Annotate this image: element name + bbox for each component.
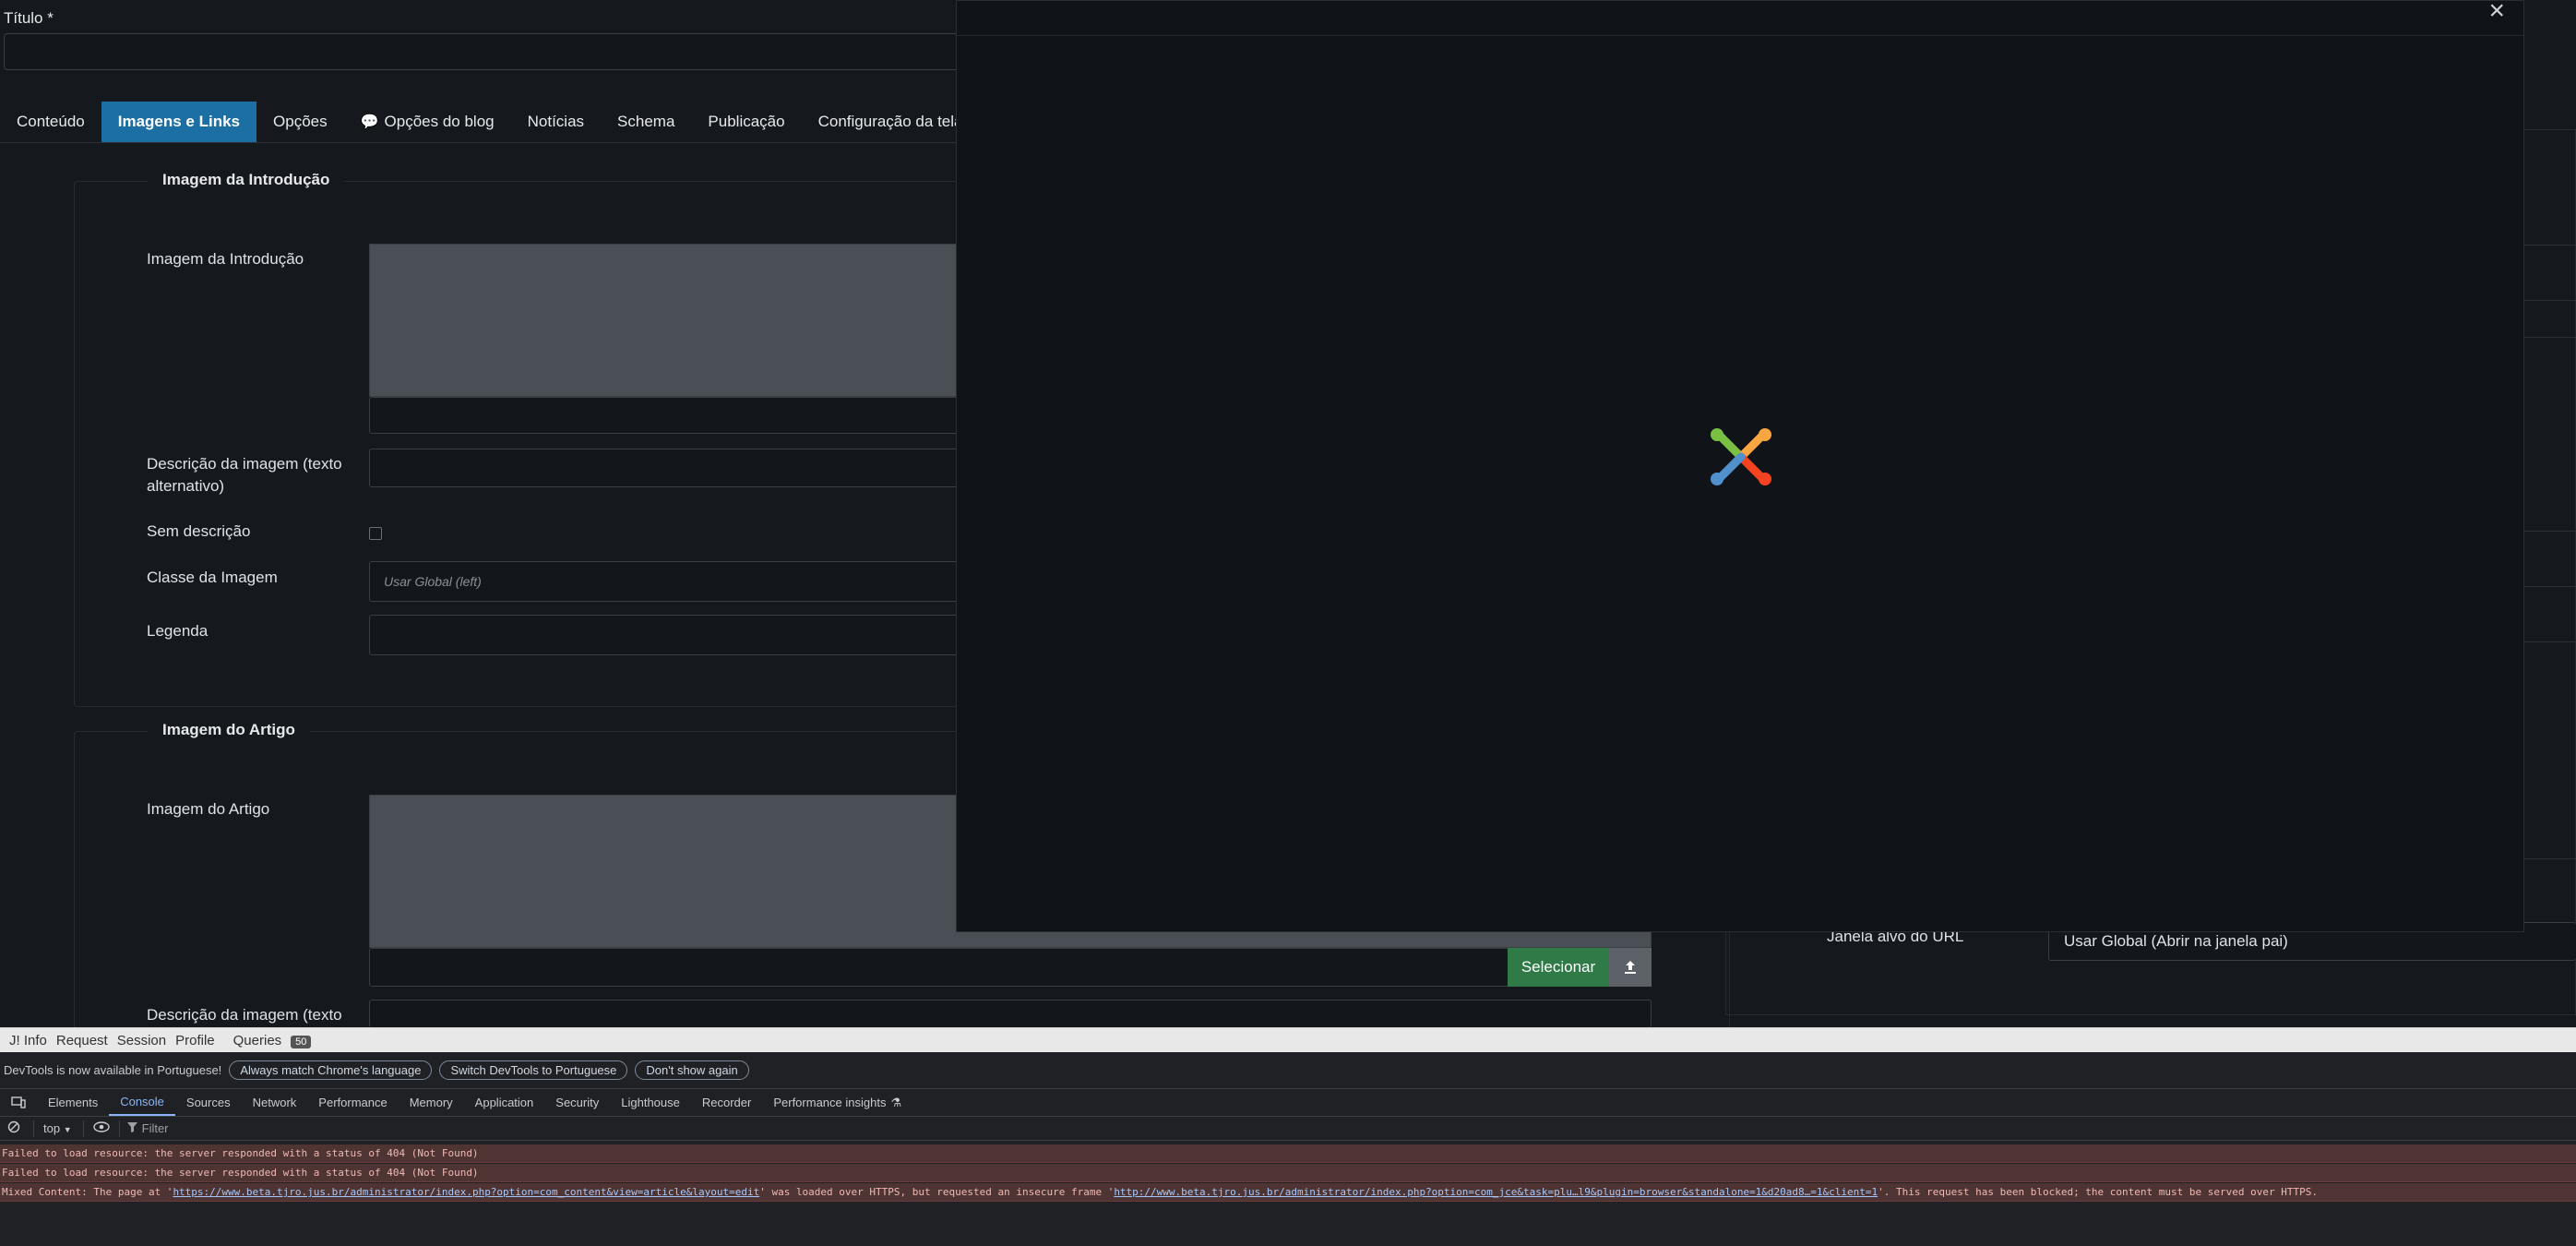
article-image-label: Imagem do Artigo [147, 800, 270, 818]
devtools-tab-sources[interactable]: Sources [175, 1089, 242, 1116]
devtools-tab-network[interactable]: Network [242, 1089, 308, 1116]
switch-language-button[interactable]: Switch DevTools to Portuguese [439, 1060, 628, 1080]
tab-publishing[interactable]: Publicação [691, 102, 801, 142]
devtools-tab-bar: Elements Console Sources Network Perform… [0, 1089, 2576, 1117]
devtools-tab-memory[interactable]: Memory [399, 1089, 464, 1116]
experiment-flask-icon: ⚗ [890, 1095, 902, 1109]
devtools-tab-lighthouse[interactable]: Lighthouse [610, 1089, 691, 1116]
select-image-button[interactable]: Selecionar [1508, 948, 1609, 987]
dont-show-again-button[interactable]: Don't show again [635, 1060, 749, 1080]
target-window-value: Usar Global (Abrir na janela pai) [2064, 932, 2288, 950]
title-label: Título * [4, 9, 54, 27]
debug-queries[interactable]: Queries 50 [224, 1033, 312, 1048]
device-toolbar-icon[interactable] [0, 1089, 37, 1116]
filter-icon [126, 1121, 137, 1135]
live-expression-eye-icon[interactable] [92, 1121, 110, 1135]
toolbar-divider [118, 1120, 120, 1137]
tab-blog-options-label: Opções do blog [384, 113, 495, 130]
close-icon[interactable]: × [2488, 0, 2505, 25]
match-language-button[interactable]: Always match Chrome's language [229, 1060, 433, 1080]
dropdown-arrow-icon: ▼ [63, 1125, 72, 1134]
debug-session[interactable]: Session [117, 1033, 166, 1048]
modal-header [957, 1, 2523, 36]
debug-request[interactable]: Request [56, 1033, 108, 1048]
mixed-middle: ' was loaded over HTTPS, but requested a… [759, 1186, 1115, 1198]
page-url-link[interactable]: https://www.beta.tjro.jus.br/administrat… [173, 1186, 759, 1198]
tab-images-links[interactable]: Imagens e Links [101, 102, 257, 142]
console-error-line: Failed to load resource: the server resp… [0, 1144, 2576, 1163]
context-selector[interactable]: top ▼ [43, 1121, 72, 1135]
tab-news[interactable]: Notícias [511, 102, 601, 142]
debug-info[interactable]: J! Info [9, 1033, 47, 1048]
queries-count-badge: 50 [291, 1036, 312, 1048]
intro-alt-label: Descrição da imagem (texto alternativo) [147, 455, 342, 495]
intro-caption-label: Legenda [147, 622, 209, 640]
intro-class-label: Classe da Imagem [147, 569, 278, 586]
title-input[interactable] [4, 33, 982, 70]
filter-input[interactable]: Filter [142, 1121, 169, 1135]
debug-profile[interactable]: Profile [175, 1033, 215, 1048]
toolbar-divider [33, 1120, 34, 1137]
tab-bar: Conteúdo Imagens e Links Opções 💬 Opções… [0, 102, 1032, 143]
tab-schema[interactable]: Schema [601, 102, 691, 142]
notice-text: DevTools is now available in Portuguese! [4, 1063, 222, 1077]
comments-icon: 💬 [360, 114, 379, 130]
devtools-tab-console[interactable]: Console [109, 1089, 175, 1116]
devtools-tab-application[interactable]: Application [464, 1089, 545, 1116]
media-modal: × [956, 0, 2524, 932]
article-image-legend: Imagem do Artigo [148, 721, 310, 739]
intro-no-desc-label: Sem descrição [147, 522, 251, 540]
article-alt-label: Descrição da imagem (texto [147, 1006, 342, 1024]
tab-blog-options[interactable]: 💬 Opções do blog [344, 102, 511, 142]
intro-image-legend: Imagem da Introdução [148, 171, 345, 189]
joomla-loading-icon [1711, 428, 1771, 485]
devtools-tab-performance[interactable]: Performance [307, 1089, 398, 1116]
upload-icon [1625, 961, 1636, 974]
article-alt-input[interactable] [369, 1000, 1652, 1027]
clear-console-icon[interactable] [7, 1120, 20, 1136]
devtools-tab-performance-insights[interactable]: Performance insights ⚗ [762, 1089, 912, 1116]
frame-url-link[interactable]: http://www.beta.tjro.jus.br/administrato… [1114, 1186, 1878, 1198]
article-image-path-input[interactable] [369, 948, 1652, 987]
context-value: top [43, 1121, 61, 1135]
intro-no-desc-checkbox[interactable] [369, 527, 382, 540]
mixed-suffix: '. This request has been blocked; the co… [1878, 1186, 2318, 1198]
tab-content[interactable]: Conteúdo [0, 102, 101, 142]
upload-button[interactable] [1609, 948, 1652, 987]
intro-image-label: Imagem da Introdução [147, 250, 304, 268]
toolbar-divider [82, 1120, 84, 1137]
tab-options[interactable]: Opções [256, 102, 344, 142]
console-error-line: Failed to load resource: the server resp… [0, 1164, 2576, 1182]
joomla-debug-bar: J! Info Request Session Profile Queries 5… [0, 1027, 2576, 1053]
devtools-panel: DevTools is now available in Portuguese!… [0, 1052, 2576, 1246]
console-mixed-content-line: Mixed Content: The page at 'https://www.… [0, 1183, 2576, 1202]
debug-queries-label: Queries [233, 1033, 282, 1048]
devtools-tab-recorder[interactable]: Recorder [691, 1089, 762, 1116]
performance-insights-label: Performance insights [773, 1096, 887, 1109]
console-toolbar: top ▼ Filter [0, 1117, 2576, 1141]
devtools-tab-security[interactable]: Security [544, 1089, 610, 1116]
devtools-tab-elements[interactable]: Elements [37, 1089, 109, 1116]
mixed-prefix: Mixed Content: The page at ' [2, 1186, 173, 1198]
devtools-language-notice: DevTools is now available in Portuguese!… [0, 1052, 2576, 1089]
